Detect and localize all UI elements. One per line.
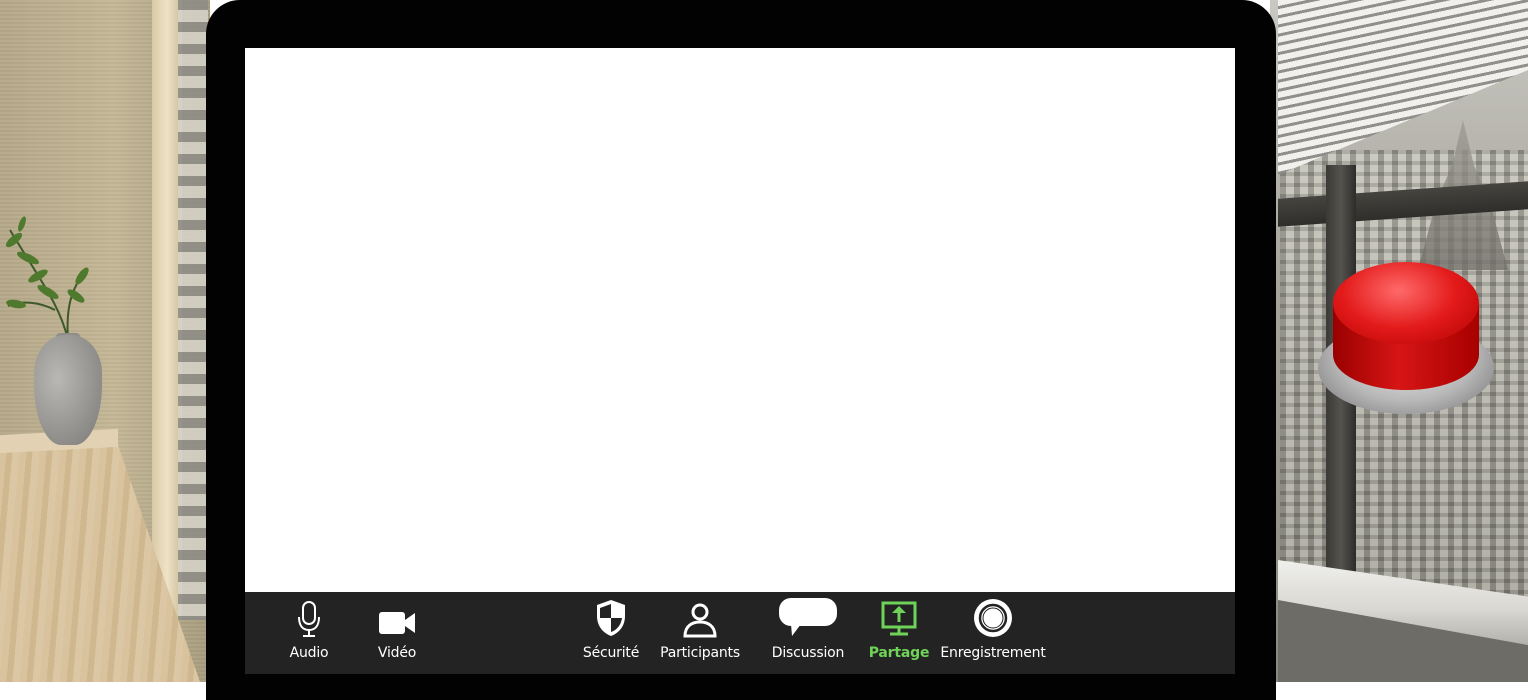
record-icon [973, 592, 1013, 638]
security-button[interactable]: Sécurité [579, 592, 643, 674]
record-label: Enregistrement [940, 645, 1046, 661]
discussion-label: Discussion [771, 645, 845, 661]
record-button[interactable]: Enregistrement [940, 592, 1046, 674]
security-label: Sécurité [582, 645, 640, 661]
plant-icon [5, 216, 89, 341]
video-button[interactable]: Vidéo [373, 592, 421, 674]
share-button[interactable]: Partage [869, 592, 929, 674]
red-alarm-button[interactable] [1318, 260, 1494, 420]
participants-label: Participants [660, 645, 740, 661]
discussion-button[interactable]: Discussion [768, 592, 848, 674]
chat-bubble-icon [777, 592, 839, 638]
video-label: Vidéo [377, 645, 417, 661]
meeting-toolbar: Audio Vidéo Sécurité Participants Discus… [245, 592, 1235, 674]
alarm-button-cap [1333, 262, 1479, 344]
audio-button[interactable]: Audio [285, 592, 333, 674]
audio-label: Audio [289, 645, 329, 661]
left-blinds [178, 0, 208, 620]
participants-button[interactable]: Participants [657, 592, 743, 674]
share-label: Partage [868, 645, 930, 661]
share-screen-icon [880, 592, 918, 638]
person-icon [682, 592, 718, 638]
meeting-screen [245, 48, 1235, 592]
vase [34, 335, 102, 445]
shield-icon [594, 592, 628, 638]
video-camera-icon [377, 592, 417, 638]
microphone-icon [296, 592, 322, 638]
